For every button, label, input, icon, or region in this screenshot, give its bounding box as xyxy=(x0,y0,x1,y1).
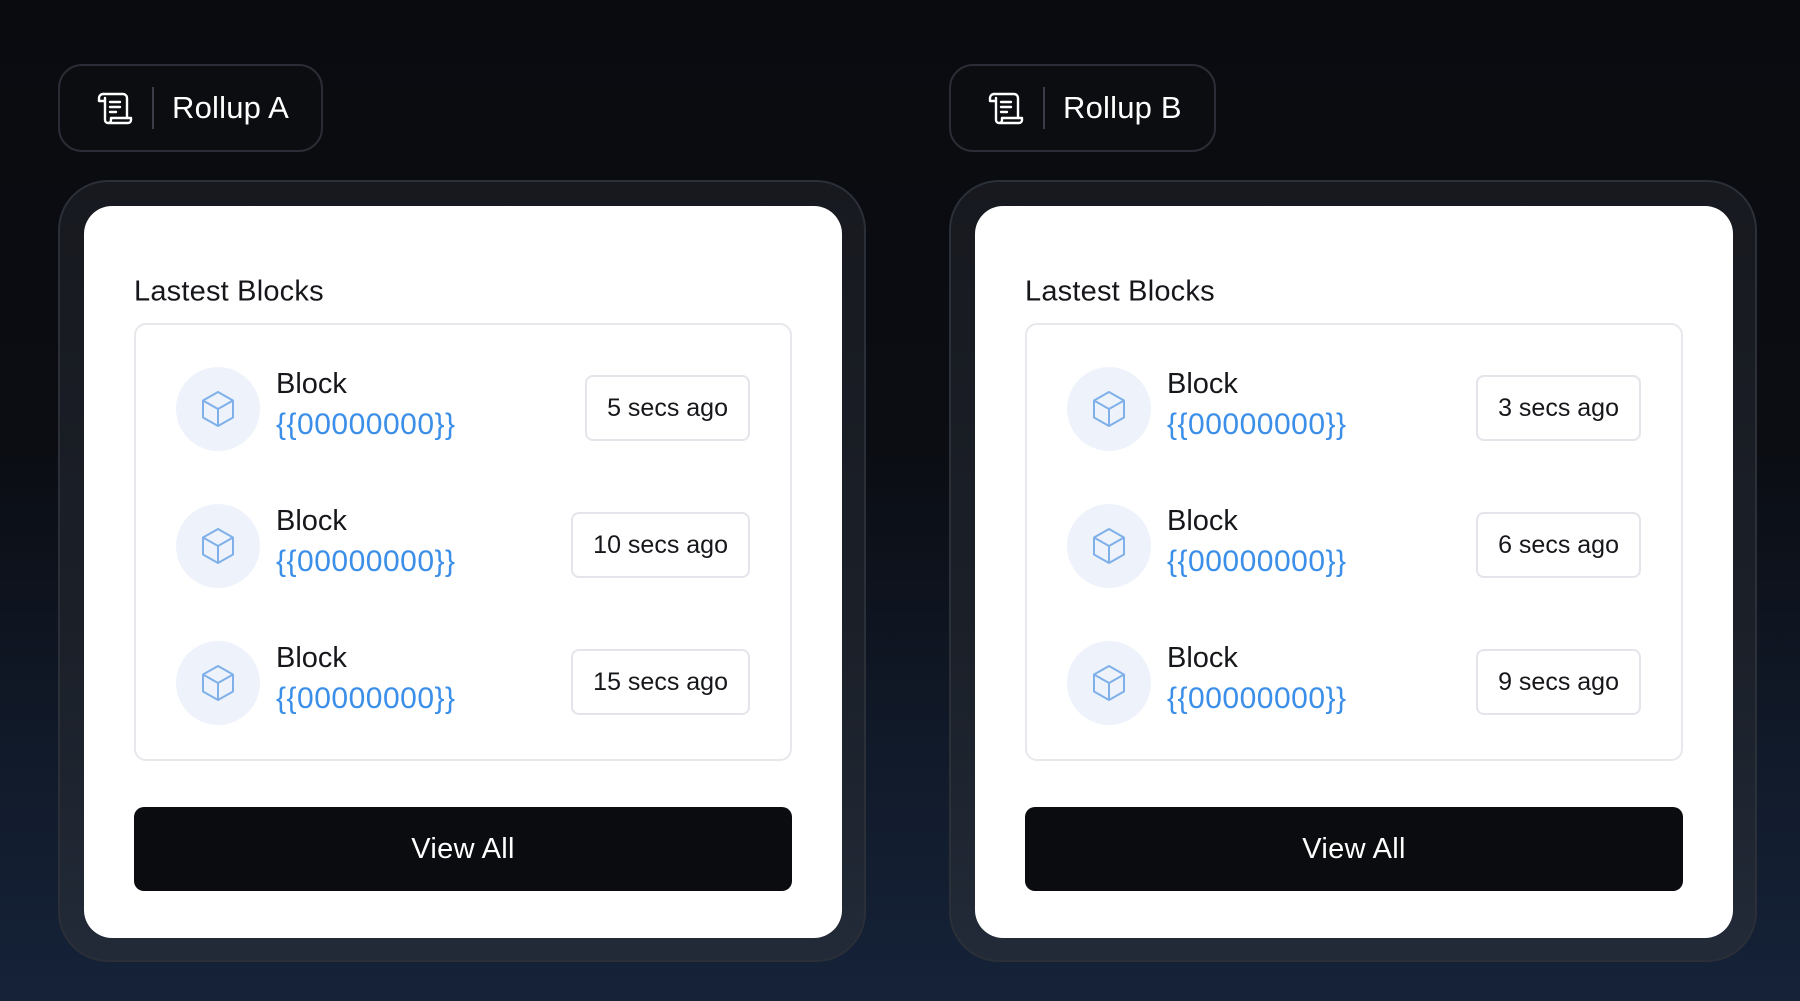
card-title: Lastest Blocks xyxy=(1025,275,1215,308)
block-row[interactable]: Block {{00000000}} 9 secs ago xyxy=(1027,632,1681,732)
cube-icon xyxy=(1067,504,1151,588)
rollup-b-chip[interactable]: Rollup B xyxy=(949,64,1216,152)
block-time-badge: 5 secs ago xyxy=(585,375,750,441)
block-hash-link[interactable]: {{00000000}} xyxy=(276,404,456,446)
rollup-b-name: Rollup B xyxy=(1063,90,1182,125)
block-time-badge: 3 secs ago xyxy=(1476,375,1641,441)
block-hash-link[interactable]: {{00000000}} xyxy=(1167,541,1347,583)
block-hash-link[interactable]: {{00000000}} xyxy=(276,541,456,583)
block-row[interactable]: Block {{00000000}} 10 secs ago xyxy=(136,495,790,595)
block-hash-link[interactable]: {{00000000}} xyxy=(276,678,456,720)
block-info: Block {{00000000}} xyxy=(1167,501,1347,583)
block-time-badge: 15 secs ago xyxy=(571,649,750,715)
view-all-button[interactable]: View All xyxy=(134,807,792,891)
cube-icon xyxy=(1067,641,1151,725)
block-list: Block {{00000000}} 3 secs ago Block {{00… xyxy=(1025,323,1683,761)
block-info: Block {{00000000}} xyxy=(276,364,456,446)
rollup-a-frame: Lastest Blocks Block {{00000000}} 5 secs… xyxy=(58,180,866,962)
chip-divider xyxy=(152,87,154,129)
block-info: Block {{00000000}} xyxy=(276,638,456,720)
chip-divider xyxy=(1043,87,1045,129)
cube-icon xyxy=(176,641,260,725)
block-label: Block xyxy=(1167,505,1238,537)
block-label: Block xyxy=(276,642,347,674)
rollup-b-frame: Lastest Blocks Block {{00000000}} 3 secs… xyxy=(949,180,1757,962)
rollup-panel-b: Rollup B Lastest Blocks Block {{00000000… xyxy=(949,0,1757,1001)
block-hash-link[interactable]: {{00000000}} xyxy=(1167,404,1347,446)
block-row[interactable]: Block {{00000000}} 5 secs ago xyxy=(136,358,790,458)
cube-icon xyxy=(176,367,260,451)
card-title: Lastest Blocks xyxy=(134,275,324,308)
block-label: Block xyxy=(276,368,347,400)
block-row[interactable]: Block {{00000000}} 3 secs ago xyxy=(1027,358,1681,458)
scroll-icon xyxy=(94,88,134,128)
block-label: Block xyxy=(276,505,347,537)
block-label: Block xyxy=(1167,368,1238,400)
block-info: Block {{00000000}} xyxy=(1167,638,1347,720)
cube-icon xyxy=(1067,367,1151,451)
latest-blocks-card-b: Lastest Blocks Block {{00000000}} 3 secs… xyxy=(975,206,1733,938)
latest-blocks-card-a: Lastest Blocks Block {{00000000}} 5 secs… xyxy=(84,206,842,938)
block-row[interactable]: Block {{00000000}} 6 secs ago xyxy=(1027,495,1681,595)
view-all-button[interactable]: View All xyxy=(1025,807,1683,891)
block-hash-link[interactable]: {{00000000}} xyxy=(1167,678,1347,720)
block-info: Block {{00000000}} xyxy=(1167,364,1347,446)
scroll-icon xyxy=(985,88,1025,128)
rollup-panel-a: Rollup A Lastest Blocks Block {{00000000… xyxy=(58,0,866,1001)
block-label: Block xyxy=(1167,642,1238,674)
rollup-a-chip[interactable]: Rollup A xyxy=(58,64,324,152)
block-list: Block {{00000000}} 5 secs ago Block {{00… xyxy=(134,323,792,761)
block-time-badge: 9 secs ago xyxy=(1476,649,1641,715)
block-time-badge: 6 secs ago xyxy=(1476,512,1641,578)
block-info: Block {{00000000}} xyxy=(276,501,456,583)
rollup-a-name: Rollup A xyxy=(172,90,290,125)
cube-icon xyxy=(176,504,260,588)
block-row[interactable]: Block {{00000000}} 15 secs ago xyxy=(136,632,790,732)
block-time-badge: 10 secs ago xyxy=(571,512,750,578)
